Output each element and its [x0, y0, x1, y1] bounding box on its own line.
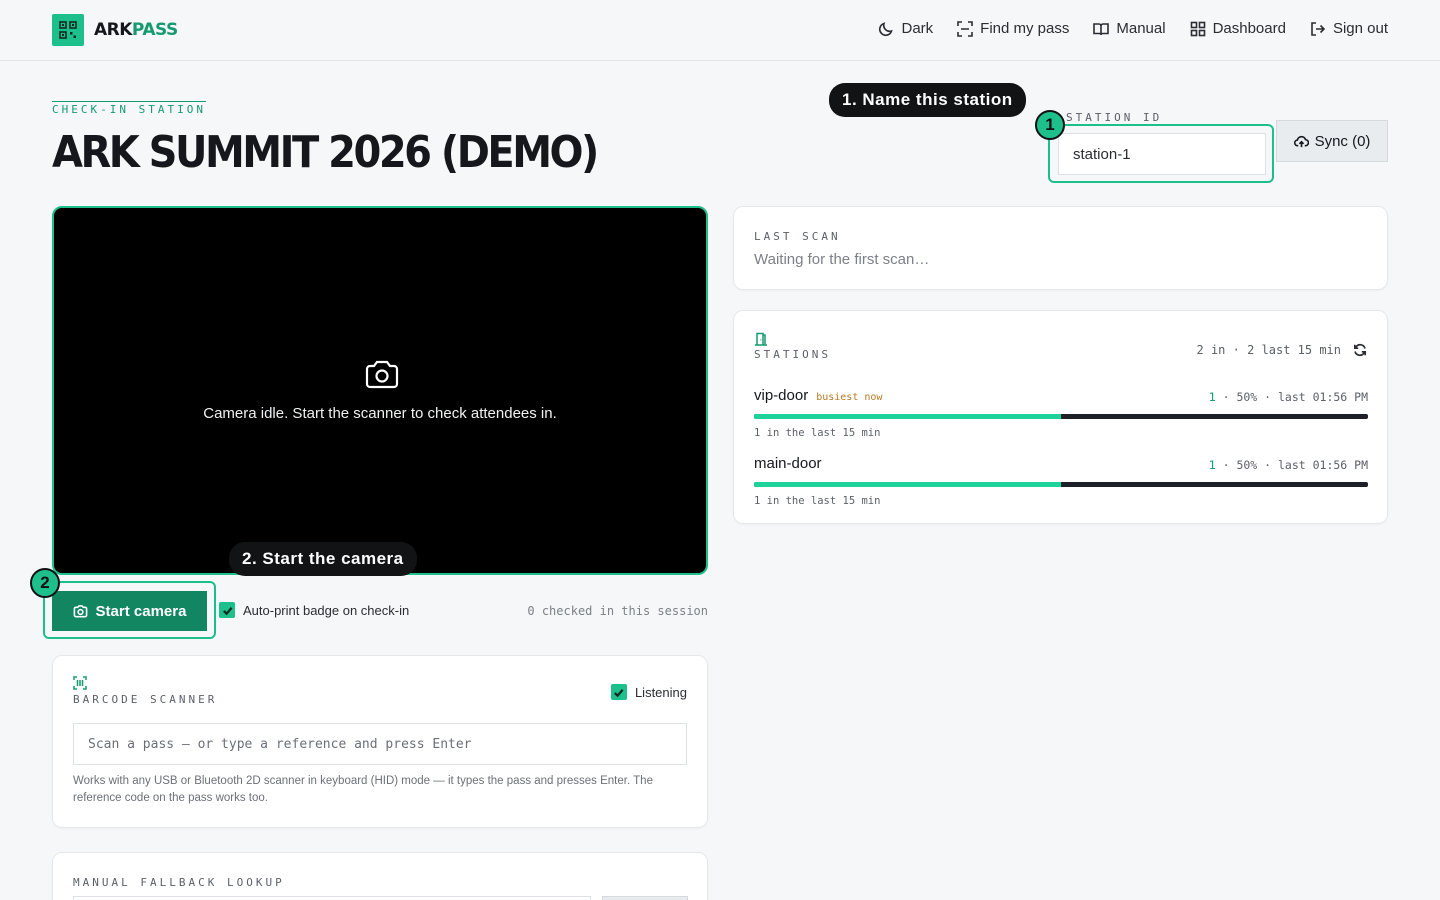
- station-share-bar: [754, 414, 1368, 419]
- tour-step-badge-2: 2: [30, 568, 60, 598]
- stations-card: STATIONS 2 in · 2 last 15 min vip-door b…: [733, 310, 1388, 524]
- autoprint-checkbox[interactable]: [219, 602, 235, 618]
- nav-dashboard[interactable]: Dashboard: [1190, 20, 1286, 37]
- station-share-bar: [754, 482, 1368, 487]
- barcode-help-text: Works with any USB or Bluetooth 2D scann…: [73, 775, 653, 804]
- last-scan-label: LAST SCAN: [754, 230, 841, 243]
- check-icon: [222, 606, 232, 615]
- door-icon: [755, 332, 767, 346]
- start-camera-label: Start camera: [95, 602, 187, 620]
- start-camera-button[interactable]: Start camera: [52, 591, 207, 631]
- stations-summary: 2 in · 2 last 15 min: [1196, 343, 1342, 357]
- nav-label: Manual: [1116, 20, 1166, 37]
- station-name: vip-door busiest now: [754, 387, 882, 404]
- page-title: ARK SUMMIT 2026 (DEMO): [52, 128, 599, 178]
- station-meta: 1 · 50% · last 01:56 PM: [1209, 390, 1368, 404]
- station-share-fill: [754, 482, 1061, 487]
- top-nav: Dark Find my pass Manual Dashboard Sign …: [878, 20, 1388, 37]
- station-id-label: STATION ID: [1066, 111, 1163, 124]
- station-count: 1: [1208, 390, 1216, 404]
- logo-text: ARKPASS: [94, 20, 178, 40]
- manual-lookup-label: MANUAL FALLBACK LOOKUP: [73, 876, 285, 889]
- logo[interactable]: ARKPASS: [52, 14, 178, 46]
- manual-lookup-card: MANUAL FALLBACK LOOKUP: [52, 852, 708, 900]
- nav-find-my-pass[interactable]: Find my pass: [957, 20, 1069, 37]
- nav-label: Sign out: [1332, 20, 1388, 37]
- nav-label: Dark: [901, 20, 934, 37]
- station-meta-text: · 50% · last 01:56 PM: [1215, 390, 1368, 404]
- nav-dark-mode[interactable]: Dark: [878, 20, 933, 37]
- nav-label: Dashboard: [1212, 20, 1286, 37]
- cloud-upload-icon: [1293, 135, 1309, 147]
- last-scan-card: LAST SCAN Waiting for the first scan…: [733, 206, 1388, 290]
- manual-lookup-input[interactable]: [73, 896, 591, 900]
- moon-icon: [879, 21, 894, 36]
- check-icon: [614, 688, 624, 697]
- listening-checkbox[interactable]: [610, 684, 627, 700]
- tour-tip-start-camera: 2. Start the camera: [229, 542, 417, 576]
- barcode-scanner-card: BARCODE SCANNER Listening Works with any…: [52, 655, 708, 828]
- page-eyebrow: CHECK-IN STATION: [52, 101, 206, 116]
- session-count: 0 checked in this session: [527, 604, 708, 618]
- qr-logo-icon: [52, 14, 84, 46]
- tour-tip-name-station: 1. Name this station: [829, 83, 1026, 117]
- station-name: main-door: [754, 455, 822, 472]
- station-id-highlight: [1048, 124, 1274, 183]
- stations-label: STATIONS: [754, 348, 831, 361]
- camera-icon: [365, 360, 399, 389]
- camera-status-text: Camera idle. Start the scanner to check …: [203, 405, 557, 422]
- barcode-scan-input[interactable]: [73, 723, 687, 765]
- nav-manual[interactable]: Manual: [1093, 20, 1166, 37]
- listening-label: Listening: [634, 684, 687, 700]
- autoprint-toggle[interactable]: Auto-print badge on check-in: [219, 602, 409, 618]
- station-name-text: vip-door: [754, 387, 809, 404]
- station-meta: 1 · 50% · last 01:56 PM: [1209, 458, 1368, 472]
- camera-viewport[interactable]: Camera idle. Start the scanner to check …: [52, 206, 708, 575]
- camera-icon: [73, 604, 87, 617]
- station-meta-text: · 50% · last 01:56 PM: [1215, 458, 1368, 472]
- barcode-scanner-label: BARCODE SCANNER: [73, 693, 218, 706]
- top-bar: ARKPASS Dark Find my pass Manual Dashboa…: [0, 0, 1440, 61]
- station-subtext: 1 in the last 15 min: [754, 427, 881, 439]
- scan-frame-icon: [957, 20, 973, 37]
- book-icon: [1093, 22, 1110, 35]
- sync-button[interactable]: Sync (0): [1276, 120, 1388, 162]
- last-scan-text: Waiting for the first scan…: [754, 251, 930, 268]
- manual-lookup-button[interactable]: [602, 896, 688, 900]
- grid-icon: [1190, 21, 1205, 36]
- station-count: 1: [1208, 458, 1216, 472]
- listening-toggle[interactable]: Listening: [610, 684, 687, 700]
- refresh-icon[interactable]: [1353, 343, 1367, 357]
- station-share-fill: [754, 414, 1061, 419]
- nav-label: Find my pass: [980, 20, 1070, 37]
- nav-sign-out[interactable]: Sign out: [1310, 20, 1388, 37]
- station-name-text: main-door: [754, 455, 822, 472]
- sync-label: Sync (0): [1314, 132, 1371, 150]
- autoprint-label: Auto-print badge on check-in: [243, 602, 410, 618]
- barcode-scan-icon: [73, 676, 87, 690]
- logout-icon: [1311, 21, 1326, 36]
- tour-step-badge-1: 1: [1035, 110, 1065, 140]
- station-id-input[interactable]: [1058, 133, 1266, 175]
- station-subtext: 1 in the last 15 min: [754, 495, 881, 507]
- busiest-badge: busiest now: [816, 392, 883, 403]
